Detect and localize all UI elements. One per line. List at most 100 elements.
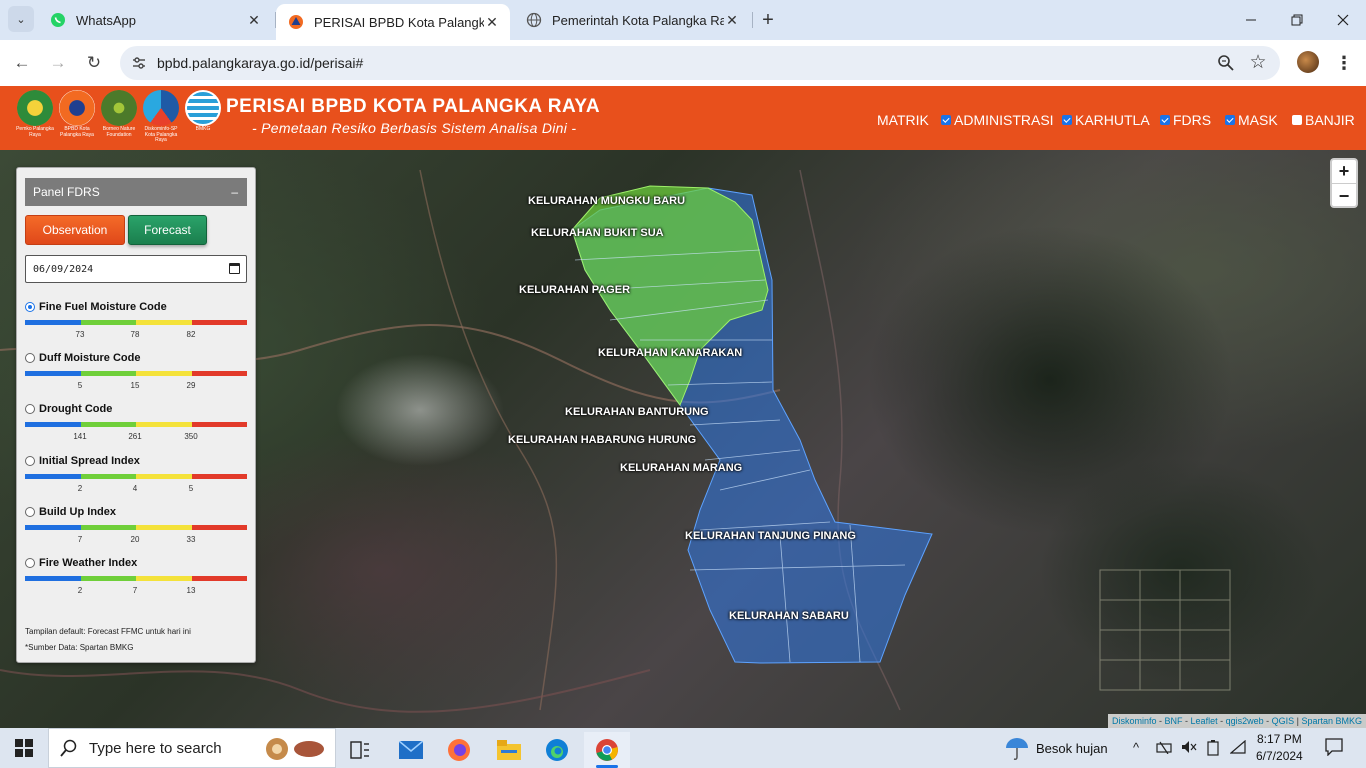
network-status-icon[interactable]	[1156, 740, 1172, 757]
panel-header[interactable]: Panel FDRS –	[25, 178, 247, 206]
attribution-link[interactable]: Diskominfo	[1112, 716, 1157, 726]
close-tab-icon[interactable]: ✕	[484, 14, 500, 30]
weather-widget[interactable]: Besok hujan	[1004, 728, 1108, 768]
checkbox-icon[interactable]	[941, 115, 951, 125]
nav-label[interactable]: FDRS	[1173, 112, 1211, 128]
checkbox-icon[interactable]	[1062, 115, 1072, 125]
edge-icon[interactable]	[534, 732, 580, 768]
fdrs-index-option[interactable]: Fine Fuel Moisture Code 73 78 82	[25, 301, 247, 346]
collapse-icon[interactable]: –	[231, 185, 238, 199]
nav-label[interactable]: ADMINISTRASI	[954, 112, 1054, 128]
search-placeholder[interactable]: Type here to search	[89, 740, 222, 757]
fdrs-index-label[interactable]: Drought Code	[39, 403, 112, 415]
system-clock[interactable]: 8:17 PM 6/7/2024	[1256, 731, 1303, 765]
kelurahan-label: KELURAHAN SABARU	[729, 610, 849, 622]
radio-button[interactable]	[25, 302, 35, 312]
attribution-link[interactable]: BNF	[1165, 716, 1183, 726]
checkbox-icon[interactable]	[1160, 115, 1170, 125]
chevron-up-icon[interactable]: ^	[1133, 740, 1139, 755]
nav-matrik[interactable]: MATRIK	[877, 112, 929, 128]
fdrs-index-label[interactable]: Fine Fuel Moisture Code	[39, 301, 167, 313]
windows-start-icon[interactable]	[0, 728, 48, 768]
fdrs-index-label[interactable]: Build Up Index	[39, 506, 116, 518]
attribution-link[interactable]: QGIS	[1272, 716, 1295, 726]
nav-label[interactable]: MASK	[1238, 112, 1278, 128]
notification-icon[interactable]	[1325, 738, 1343, 759]
nav-label[interactable]: KARHUTLA	[1075, 112, 1150, 128]
scale-tick-label: 141	[73, 432, 87, 442]
tab-search-dropdown-icon[interactable]: ⌄	[8, 6, 34, 32]
browser-menu-icon[interactable]: ⋮	[1332, 49, 1356, 77]
app-title: PERISAI BPBD KOTA PALANGKA RAYA	[226, 96, 601, 117]
observation-button[interactable]: Observation	[25, 215, 125, 245]
fdrs-index-label[interactable]: Initial Spread Index	[39, 455, 140, 467]
fdrs-index-option[interactable]: Fire Weather Index 2 7 13	[25, 557, 247, 602]
map-zoom-control: + −	[1330, 158, 1358, 208]
back-arrow-icon[interactable]: ←	[8, 49, 36, 77]
attribution-link[interactable]: qgis2web	[1226, 716, 1264, 726]
reload-icon[interactable]: ↻	[80, 49, 108, 77]
volume-muted-icon[interactable]	[1181, 740, 1197, 757]
scale-tick-label: 29	[186, 381, 196, 391]
nav-label[interactable]: BANJIR	[1305, 112, 1355, 128]
color-scale-segment	[191, 576, 247, 581]
nav-label[interactable]: MATRIK	[877, 112, 929, 128]
nav-karhutla[interactable]: KARHUTLA	[1062, 112, 1150, 128]
wifi-icon[interactable]	[1229, 739, 1246, 757]
address-bar[interactable]: bpbd.palangkaraya.go.id/perisai# ☆	[120, 46, 1280, 80]
scale-tick-label: 7	[77, 534, 83, 544]
tab-title: Pemerintah Kota Palangka Raya	[552, 12, 724, 28]
tab-whatsapp[interactable]: WhatsApp ✕	[38, 0, 272, 40]
fdrs-index-option[interactable]: Drought Code 141 261 350	[25, 403, 247, 448]
chrome-icon[interactable]	[584, 732, 630, 768]
new-tab-icon[interactable]: +	[756, 8, 780, 32]
firefox-icon[interactable]	[436, 732, 482, 768]
color-scale-segment	[80, 473, 136, 479]
forecast-button[interactable]: Forecast	[128, 215, 207, 245]
taskbar-search[interactable]: Type here to search	[48, 728, 336, 768]
task-view-icon[interactable]	[337, 732, 383, 768]
site-settings-icon[interactable]	[131, 55, 147, 71]
nav-fdrs[interactable]: FDRS	[1160, 112, 1211, 128]
radio-button[interactable]	[25, 455, 35, 466]
nav-banjir[interactable]: BANJIR	[1292, 112, 1355, 128]
mail-icon[interactable]	[388, 732, 434, 768]
tab-perisai[interactable]: PERISAI BPBD Kota Palangka Ra ✕	[276, 4, 510, 40]
attribution-link[interactable]: Leaflet	[1191, 716, 1218, 726]
attribution-link[interactable]: Spartan BMKG	[1301, 716, 1362, 726]
close-tab-icon[interactable]: ✕	[246, 12, 262, 28]
radio-button[interactable]	[25, 558, 35, 568]
profile-avatar[interactable]	[1297, 51, 1319, 73]
close-tab-icon[interactable]: ✕	[724, 12, 740, 28]
url-text[interactable]: bpbd.palangkaraya.go.id/perisai#	[157, 55, 363, 71]
date-input[interactable]: 06/09/2024	[25, 255, 247, 283]
radio-button[interactable]	[25, 404, 35, 415]
fdrs-index-option[interactable]: Duff Moisture Code 5 15 29	[25, 352, 247, 397]
file-explorer-icon[interactable]	[486, 732, 532, 768]
nav-mask[interactable]: MASK	[1225, 112, 1278, 128]
checkbox-icon[interactable]	[1225, 115, 1235, 125]
plantation-grid	[1099, 569, 1231, 691]
radio-button[interactable]	[25, 506, 35, 517]
zoom-magnifier-icon[interactable]	[1216, 53, 1236, 73]
zoom-in-button[interactable]: +	[1332, 160, 1356, 184]
calendar-icon[interactable]	[229, 263, 240, 274]
color-scale-segment	[80, 371, 136, 377]
fdrs-index-label[interactable]: Fire Weather Index	[39, 557, 137, 569]
tab-pemerintah[interactable]: Pemerintah Kota Palangka Raya ✕	[514, 0, 750, 40]
bookmark-star-icon[interactable]: ☆	[1248, 52, 1268, 73]
zoom-out-button[interactable]: −	[1332, 184, 1356, 208]
minimize-icon[interactable]	[1228, 0, 1274, 40]
nav-administrasi[interactable]: ADMINISTRASI	[941, 112, 1054, 128]
fdrs-index-option[interactable]: Build Up Index 7 20 33	[25, 506, 247, 551]
fdrs-index-label[interactable]: Duff Moisture Code	[39, 352, 140, 364]
kelurahan-label: KELURAHAN MUNGKU BARU	[528, 195, 686, 207]
logo-caption: Borneo Nature Foundation	[102, 126, 136, 138]
forward-arrow-icon[interactable]: →	[44, 49, 72, 77]
close-window-icon[interactable]	[1320, 0, 1366, 40]
restore-icon[interactable]	[1274, 0, 1320, 40]
fdrs-index-option[interactable]: Initial Spread Index 2 4 5	[25, 455, 247, 500]
radio-button[interactable]	[25, 353, 35, 364]
battery-icon[interactable]	[1206, 740, 1220, 759]
checkbox-icon[interactable]	[1292, 115, 1302, 125]
